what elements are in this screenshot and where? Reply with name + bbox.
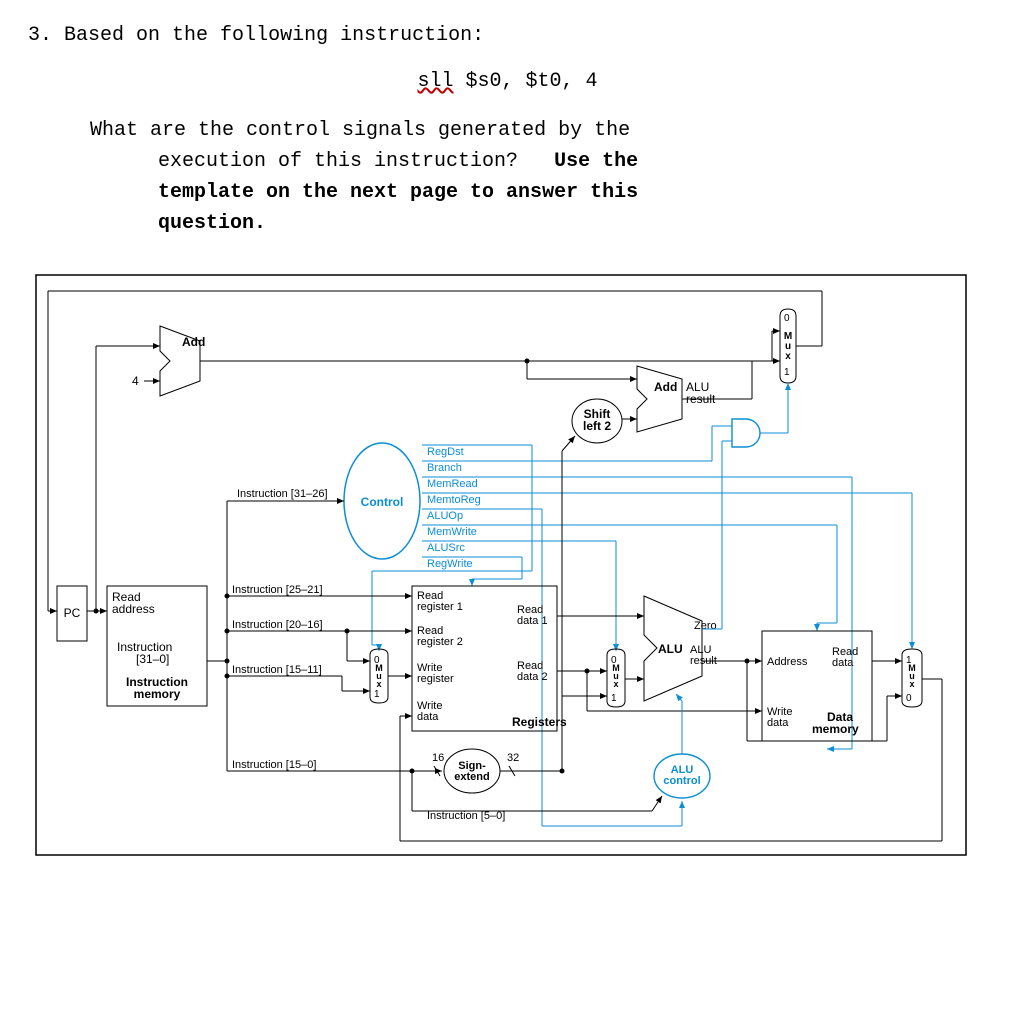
svg-text:Mux: Mux [375, 663, 383, 689]
regdst-mux-1: 1 [374, 689, 380, 700]
cs-regwrite: RegWrite [427, 558, 473, 570]
pc-label: PC [64, 606, 81, 620]
svg-text:ALUresult: ALUresult [690, 644, 717, 667]
zero-label: Zero [694, 620, 717, 632]
mnemonic-sll: sll [417, 70, 453, 93]
add-right: Add [654, 380, 677, 394]
instr-31-0: Instruction[31–0] [117, 640, 172, 666]
svg-text:Mux: Mux [612, 663, 620, 689]
svg-text:Datamemory: Datamemory [812, 710, 859, 736]
svg-text:Readregister 2: Readregister 2 [417, 625, 463, 648]
svg-text:Readdata: Readdata [832, 646, 858, 669]
instruction-args: $s0, $t0, 4 [466, 70, 598, 93]
cs-memtoreg: MemtoReg [427, 494, 481, 506]
svg-text:Readdata 2: Readdata 2 [517, 660, 548, 683]
field-20-16: Instruction [20–16] [232, 619, 323, 631]
four-label: 4 [132, 374, 139, 388]
svg-text:Writeregister: Writeregister [417, 662, 454, 685]
cs-regdst: RegDst [427, 446, 464, 458]
svg-text:Mux: Mux [908, 663, 916, 689]
field-15-0: Instruction [15–0] [232, 759, 316, 771]
memtoreg-mux-0: 0 [906, 693, 912, 704]
question-header: 3. Based on the following instruction: [28, 20, 987, 52]
dmem-address: Address [767, 656, 808, 668]
cs-aluop: ALUOp [427, 510, 463, 522]
field-25-21: Instruction [25–21] [232, 584, 323, 596]
svg-text:Writedata: Writedata [417, 700, 442, 723]
svg-text:Readregister 1: Readregister 1 [417, 590, 463, 613]
cs-memwrite: MemWrite [427, 526, 477, 538]
para-line4: question. [158, 212, 266, 235]
svg-text:ALUcontrol: ALUcontrol [663, 764, 700, 787]
question-number: 3. [28, 24, 52, 47]
svg-text:Readdata 1: Readdata 1 [517, 604, 548, 627]
para-line2: execution of this instruction? [158, 150, 518, 173]
cs-alusrc: ALUSrc [427, 542, 465, 554]
alusrc-mux-1: 1 [611, 693, 617, 704]
question-prompt: Based on the following instruction: [64, 24, 484, 47]
sign32: 32 [507, 752, 519, 764]
field-15-11: Instruction [15–11] [232, 664, 322, 676]
control-label: Control [361, 495, 404, 509]
cs-memread: MemRead [427, 478, 478, 490]
instruction-code: sll $s0, $t0, 4 [28, 70, 987, 93]
para-line3: template on the next page to answer this [158, 181, 638, 204]
svg-text:Mux: Mux [784, 331, 792, 362]
pcsrc-mux-0: 0 [784, 313, 790, 324]
registers-label: Registers [512, 715, 567, 729]
datapath-diagram: PC Readaddress Instruction[31–0] Instruc… [32, 271, 972, 861]
pcsrc-mux-1: 1 [784, 367, 790, 378]
alu-result-top: ALUresult [686, 380, 716, 406]
para-line1: What are the control signals generated b… [90, 119, 630, 142]
svg-text:Writedata: Writedata [767, 706, 792, 729]
para-line2b: Use the [554, 150, 638, 173]
instr-mem-label: Instructionmemory [126, 675, 188, 701]
alu-label: ALU [658, 642, 683, 656]
svg-text:Sign-extend: Sign-extend [454, 760, 489, 783]
cs-branch: Branch [427, 462, 462, 474]
field-5-0: Instruction [5–0] [427, 810, 505, 822]
add-left: Add [182, 335, 205, 349]
field-31-26: Instruction [31–26] [237, 488, 328, 500]
read-addr: Readaddress [112, 590, 155, 616]
sign16: 16 [432, 752, 444, 764]
question-paragraph: What are the control signals generated b… [90, 115, 957, 239]
shift-left-label: Shiftleft 2 [583, 407, 611, 433]
